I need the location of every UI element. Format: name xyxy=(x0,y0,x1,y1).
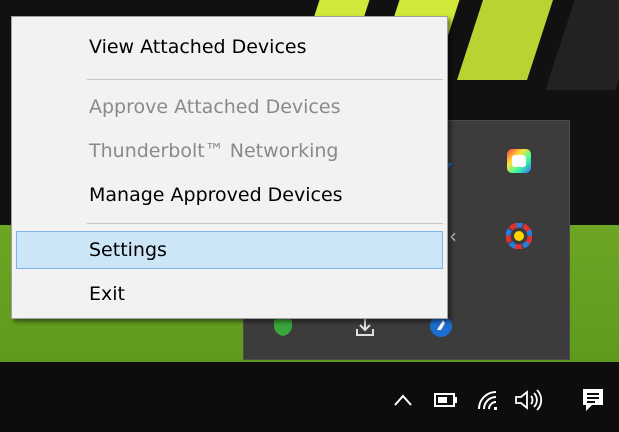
menu-item-exit[interactable]: Exit xyxy=(16,275,443,313)
volume-icon[interactable] xyxy=(512,386,546,414)
battery-icon[interactable] xyxy=(432,386,460,414)
menu-item-settings[interactable]: Settings xyxy=(16,231,443,269)
context-menu: View Attached Devices Approve Attached D… xyxy=(11,16,448,319)
color-wheel-icon[interactable] xyxy=(506,223,532,249)
color-palette-icon[interactable] xyxy=(506,148,532,174)
menu-item-view-attached-devices[interactable]: View Attached Devices xyxy=(16,28,443,66)
menu-item-approve-attached-devices: Approve Attached Devices xyxy=(89,96,341,118)
menu-item-thunderbolt-networking: Thunderbolt™ Networking xyxy=(89,140,339,162)
menu-separator xyxy=(87,223,443,224)
wifi-icon[interactable] xyxy=(474,386,502,414)
chevron-up-icon[interactable] xyxy=(390,386,416,414)
menu-item-manage-approved-devices[interactable]: Manage Approved Devices xyxy=(16,176,443,214)
notification-icon[interactable] xyxy=(580,386,606,414)
menu-separator xyxy=(87,79,443,80)
